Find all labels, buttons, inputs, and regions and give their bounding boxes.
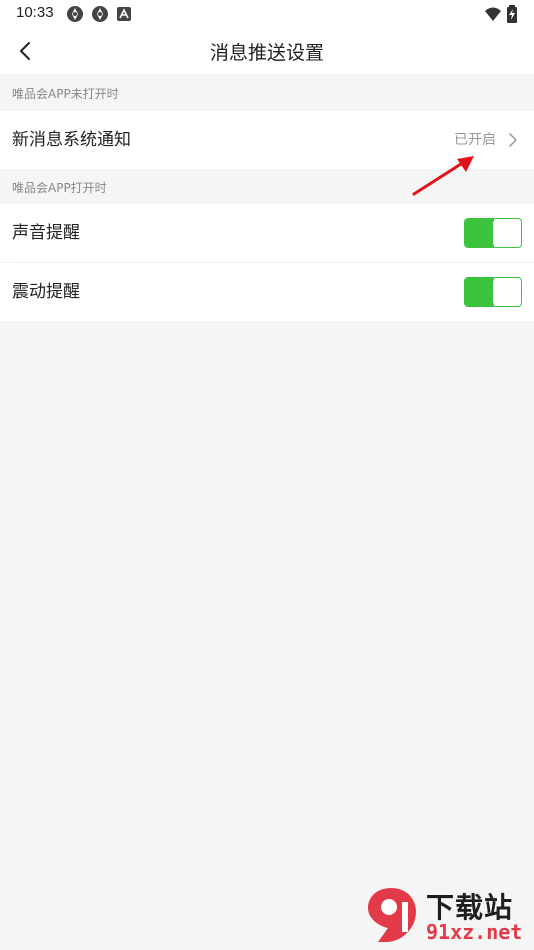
row-label: 震动提醒: [12, 282, 80, 302]
row-vibration-reminder: 震动提醒: [0, 263, 534, 321]
a-icon: [117, 7, 131, 21]
chevron-right-icon: [509, 133, 517, 147]
watermark-domain: 91xz.net: [426, 920, 523, 944]
watermark: 下载站 91xz.net: [360, 884, 530, 948]
status-bar: 10:33: [0, 0, 534, 28]
status-time: 10:33: [16, 4, 54, 21]
toggle-knob: [493, 279, 520, 305]
row-label: 声音提醒: [12, 223, 80, 243]
sound-toggle[interactable]: [464, 218, 522, 248]
nav-bar: 消息推送设置: [0, 28, 534, 74]
sync-icon: [92, 6, 108, 22]
sync-icon: [67, 6, 83, 22]
vibration-toggle[interactable]: [464, 277, 522, 307]
battery-charging-icon: [507, 5, 517, 23]
toggle-fill: [465, 278, 494, 306]
page-title: 消息推送设置: [209, 42, 324, 64]
annotation-arrow-icon: [412, 156, 474, 196]
section-header-app-closed: 唯品会APP未打开时: [0, 76, 534, 112]
toggle-fill: [465, 219, 494, 247]
toggle-knob: [493, 220, 520, 246]
row-sound-reminder: 声音提醒: [0, 204, 534, 262]
row-label: 新消息系统通知: [12, 130, 131, 150]
wifi-icon: [485, 7, 501, 21]
watermark-logo-icon: [368, 888, 416, 942]
